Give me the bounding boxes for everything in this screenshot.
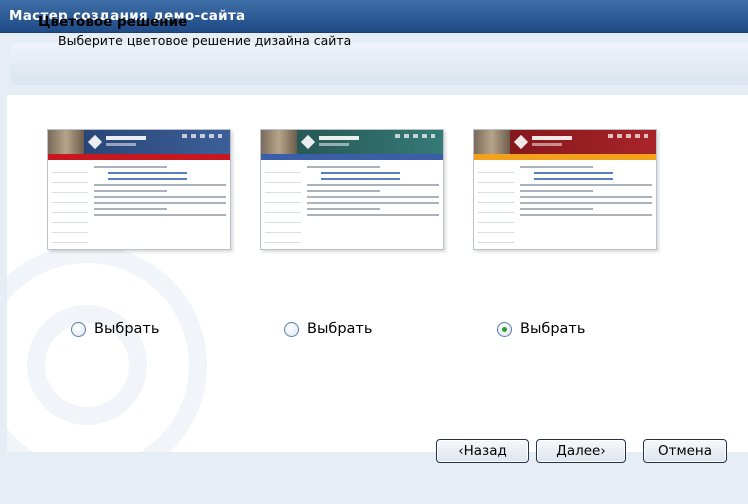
- select-radio-3[interactable]: Выбрать: [497, 321, 585, 337]
- back-button[interactable]: ‹Назад: [436, 439, 529, 463]
- radio-button[interactable]: [71, 321, 86, 337]
- radio-button-checked[interactable]: [497, 321, 512, 337]
- select-radio-1[interactable]: Выбрать: [71, 321, 159, 337]
- step-header: [10, 43, 748, 85]
- content-panel: Выбрать Выбрать Выбрать: [7, 95, 748, 452]
- cancel-button[interactable]: Отмена: [643, 439, 727, 463]
- preview-nav: [474, 154, 656, 160]
- preview-nav: [48, 154, 230, 160]
- select-radio-2[interactable]: Выбрать: [284, 321, 372, 337]
- theme-preview-orange[interactable]: [473, 129, 657, 250]
- radio-label: Выбрать: [520, 321, 586, 337]
- next-button[interactable]: Далее›: [536, 439, 626, 463]
- radio-label: Выбрать: [94, 321, 160, 337]
- preview-nav: [261, 154, 443, 160]
- radio-button[interactable]: [284, 321, 299, 337]
- wizard-footer: ‹Назад Далее› Отмена: [7, 425, 748, 471]
- step-subtitle: Выберите цветовое решение дизайна сайта: [58, 33, 352, 48]
- theme-preview-blue[interactable]: [260, 129, 444, 250]
- step-title: Цветовое решение: [38, 14, 188, 30]
- theme-preview-red[interactable]: [47, 129, 231, 250]
- radio-label: Выбрать: [307, 321, 373, 337]
